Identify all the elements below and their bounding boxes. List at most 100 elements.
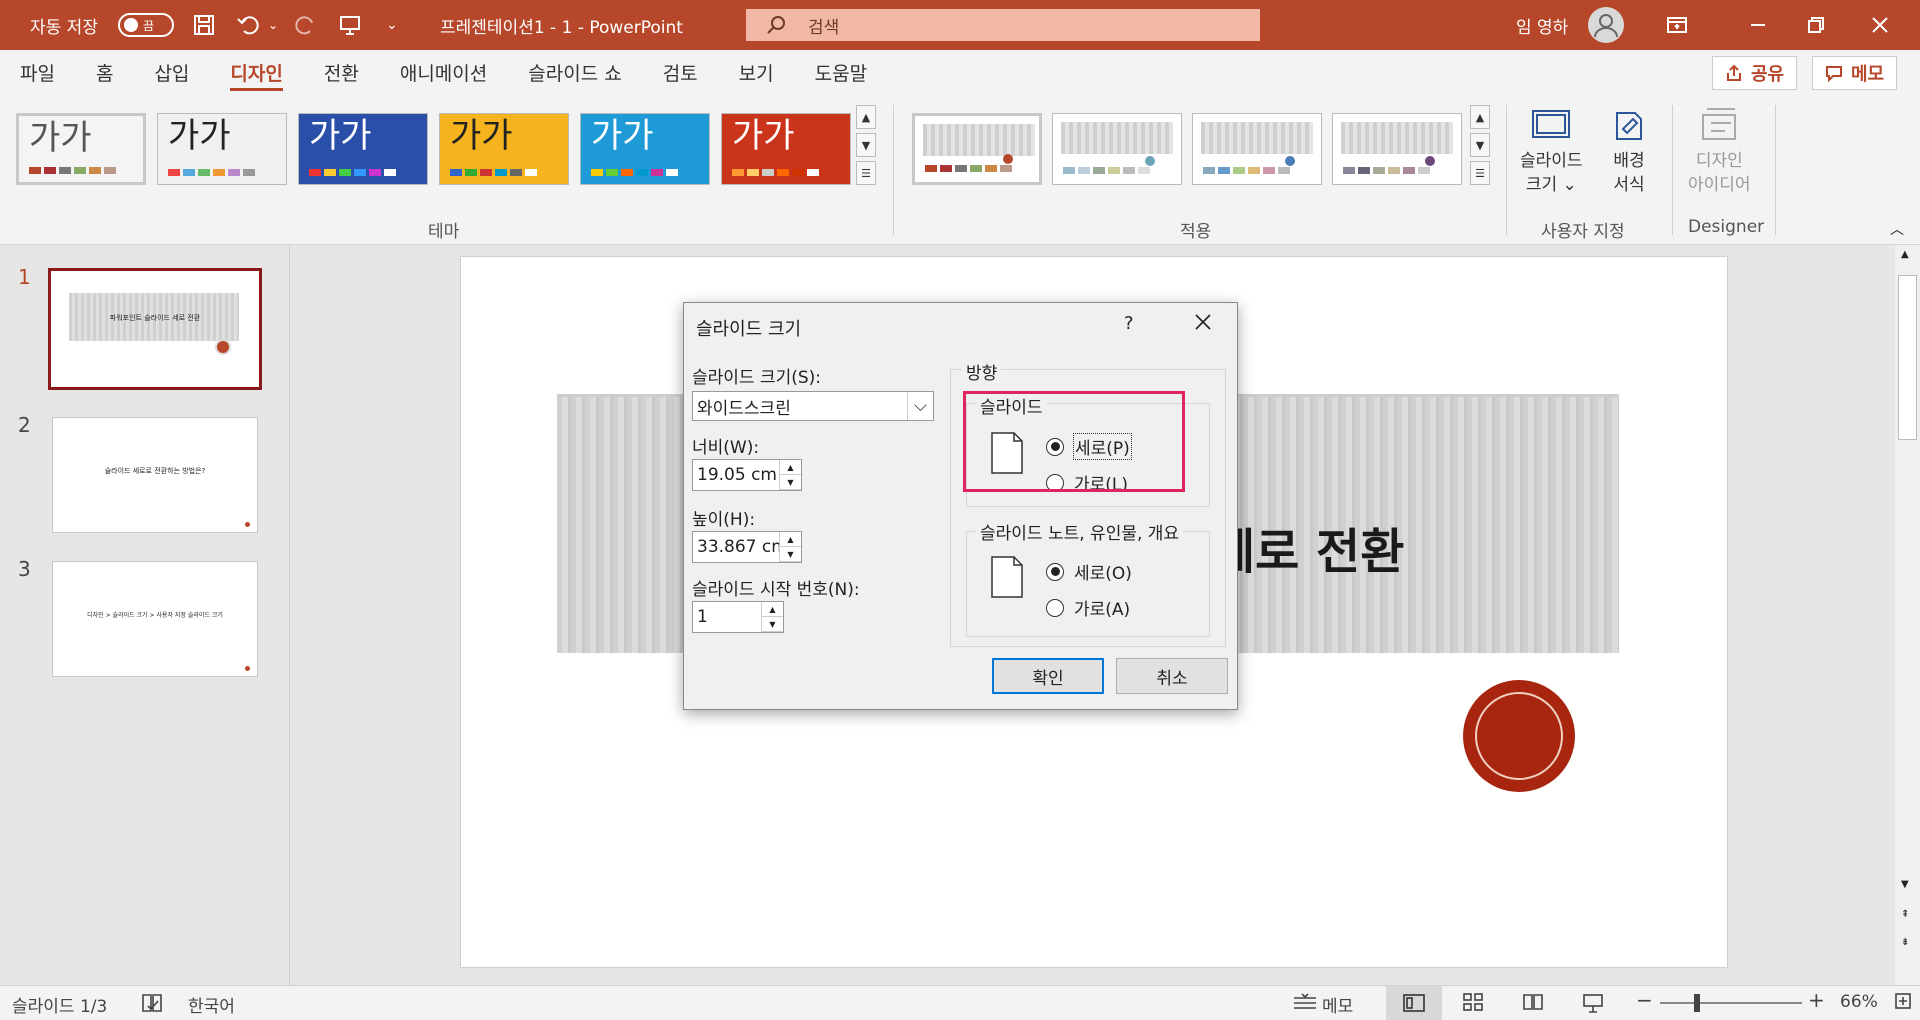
tab-help[interactable]: 도움말 <box>815 50 867 95</box>
spin-up-icon[interactable]: ▲ <box>762 602 783 617</box>
scroll-up-icon[interactable]: ▲ <box>1901 249 1909 260</box>
spin-down-icon[interactable]: ▼ <box>762 617 783 632</box>
theme-thumbnail-5[interactable]: 가가 <box>580 113 710 185</box>
tab-transitions[interactable]: 전환 <box>324 50 359 95</box>
slide-size-button[interactable]: 슬라이드 크기 ⌄ <box>1520 105 1583 197</box>
help-icon[interactable]: ? <box>1124 313 1134 334</box>
notes-toggle-icon[interactable] <box>1292 992 1318 1019</box>
zoom-slider[interactable] <box>1660 1002 1802 1004</box>
restore-icon[interactable] <box>1806 0 1826 50</box>
ok-button[interactable]: 확인 <box>992 658 1104 694</box>
avatar[interactable] <box>1588 7 1624 43</box>
customize-qat-icon[interactable]: ⌄ <box>386 0 398 50</box>
tab-review[interactable]: 검토 <box>663 50 698 95</box>
slide-sorter-icon[interactable] <box>1462 992 1484 1017</box>
next-slide-icon[interactable]: ⇟ <box>1901 937 1909 948</box>
variant-thumbnail-4[interactable] <box>1332 113 1462 185</box>
user-name[interactable]: 임 영하 <box>1516 0 1568 50</box>
redo-icon[interactable] <box>294 0 318 50</box>
dialog-close-icon[interactable] <box>1192 311 1214 338</box>
design-ideas-button[interactable]: 디자인 아이디어 <box>1688 105 1751 197</box>
language-label[interactable]: 한국어 <box>188 992 235 1017</box>
slide-thumbnail-1[interactable]: 파워포인트 슬라이드 세로 전환 <box>48 268 262 390</box>
bg-label-1: 배경 <box>1613 151 1645 171</box>
theme-sample-text: 가가 <box>591 116 654 156</box>
normal-view-icon[interactable] <box>1386 986 1442 1020</box>
notes-label[interactable]: 메모 <box>1322 992 1353 1017</box>
tab-design[interactable]: 디자인 <box>230 50 284 95</box>
notes-portrait-radio[interactable]: 세로(O) <box>1046 559 1132 584</box>
variants-down-icon[interactable]: ▼ <box>1470 133 1490 157</box>
ribbon-display-icon[interactable] <box>1666 0 1688 50</box>
gallery-up-icon[interactable]: ▲ <box>856 105 876 129</box>
theme-thumbnail-4[interactable]: 가가 <box>439 113 569 185</box>
cancel-button[interactable]: 취소 <box>1116 658 1228 694</box>
scroll-thumb[interactable] <box>1898 275 1917 440</box>
search-placeholder: 검색 <box>808 17 840 38</box>
width-value: 19.05 cm <box>697 465 777 485</box>
present-icon[interactable] <box>338 0 362 50</box>
undo-dropdown-icon[interactable]: ⌄ <box>268 0 278 50</box>
slide-thumbnail-3[interactable]: 디자인 > 슬라이드 크기 > 사용자 지정 슬라이드 크기 <box>52 561 258 677</box>
spin-down-icon[interactable]: ▼ <box>780 475 801 490</box>
prev-slide-icon[interactable]: ⇞ <box>1901 909 1909 920</box>
start-number-spinner[interactable]: 1 ▲ ▼ <box>692 601 784 633</box>
tab-insert[interactable]: 삽입 <box>154 50 189 95</box>
spin-up-icon[interactable]: ▲ <box>780 460 801 475</box>
slide-title[interactable]: 세로 전환 <box>1211 512 1404 582</box>
variants-more-icon[interactable]: ☰ <box>1470 161 1490 185</box>
undo-icon[interactable] <box>236 0 262 50</box>
memo-button[interactable]: 메모 <box>1812 56 1898 90</box>
gallery-more-icon[interactable]: ☰ <box>856 161 876 185</box>
status-bar: 슬라이드 1/3 한국어 메모 − + 66% <box>0 985 1920 1020</box>
document-title: 프레젠테이션1 - 1 - PowerPoint <box>440 17 683 38</box>
slide-size-select[interactable]: 와이드스크린 ⌵ <box>692 391 934 421</box>
width-label: 너비(W): <box>692 438 760 458</box>
theme-thumbnail-3[interactable]: 가가 <box>298 113 428 185</box>
chevron-down-icon: ⌵ <box>907 392 933 420</box>
zoom-in-icon[interactable]: + <box>1808 988 1825 1012</box>
theme-thumbnail-6[interactable]: 가가 <box>721 113 851 185</box>
autosave-toggle[interactable]: 끔 <box>118 0 174 50</box>
tab-file[interactable]: 파일 <box>20 50 55 95</box>
theme-thumbnail-1[interactable]: 가가 <box>16 113 146 185</box>
slideshow-view-icon[interactable] <box>1582 992 1604 1019</box>
dialog-title: 슬라이드 크기 <box>696 319 802 340</box>
vertical-scrollbar[interactable]: ▲ ▼ ⇞ ⇟ <box>1895 245 1920 985</box>
gallery-down-icon[interactable]: ▼ <box>856 133 876 157</box>
variant-thumbnail-1[interactable] <box>912 113 1042 185</box>
fit-to-window-icon[interactable] <box>1894 992 1912 1015</box>
tab-animations[interactable]: 애니메이션 <box>400 50 487 95</box>
theme-thumbnail-2[interactable]: 가가 <box>157 113 287 185</box>
search-box[interactable]: 검색 <box>746 9 1260 41</box>
tab-home[interactable]: 홈 <box>96 50 113 95</box>
tab-slideshow[interactable]: 슬라이드 쇼 <box>528 50 621 95</box>
share-button[interactable]: 공유 <box>1712 56 1798 90</box>
highlight-box <box>963 391 1185 492</box>
tab-view[interactable]: 보기 <box>739 50 774 95</box>
scroll-down-icon[interactable]: ▼ <box>1901 879 1909 890</box>
notes-landscape-radio[interactable]: 가로(A) <box>1046 595 1130 620</box>
slide-counter: 슬라이드 1/3 <box>12 997 108 1017</box>
zoom-out-icon[interactable]: − <box>1636 988 1653 1012</box>
variants-up-icon[interactable]: ▲ <box>1470 105 1490 129</box>
slide-number: 1 <box>18 265 31 289</box>
minimize-icon[interactable] <box>1748 0 1768 50</box>
format-background-button[interactable]: 배경 서식 <box>1609 105 1649 197</box>
variant-thumbnail-2[interactable] <box>1052 113 1182 185</box>
slide-thumbnail-2[interactable]: 슬라이드 세로로 전환하는 방법은? <box>52 417 258 533</box>
zoom-level[interactable]: 66% <box>1840 992 1878 1012</box>
save-icon[interactable] <box>192 0 216 50</box>
close-icon[interactable] <box>1870 0 1890 50</box>
collapse-ribbon-icon[interactable]: ︿ <box>1890 219 1904 239</box>
spelling-icon[interactable] <box>140 992 164 1019</box>
slide-number: 2 <box>18 413 31 437</box>
width-spinner[interactable]: 19.05 cm ▲ ▼ <box>692 459 802 491</box>
variant-thumbnail-3[interactable] <box>1192 113 1322 185</box>
zoom-slider-thumb[interactable] <box>1694 994 1700 1012</box>
spin-down-icon[interactable]: ▼ <box>780 547 801 562</box>
autosave-label: 자동 저장 <box>30 17 98 38</box>
reading-view-icon[interactable] <box>1522 992 1544 1017</box>
height-spinner[interactable]: 33.867 cm ▲ ▼ <box>692 531 802 563</box>
spin-up-icon[interactable]: ▲ <box>780 532 801 547</box>
